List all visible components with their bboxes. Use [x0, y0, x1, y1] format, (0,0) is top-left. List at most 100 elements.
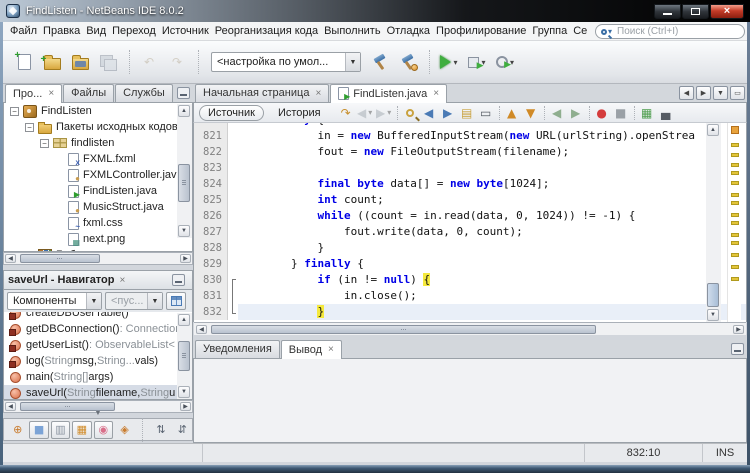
code-line[interactable]: 832 }	[194, 304, 746, 320]
scroll-up-icon[interactable]: ▲	[707, 124, 719, 136]
warnings-indicator-icon[interactable]	[731, 126, 739, 134]
config-combo[interactable]: <настройка по умол...▼	[211, 52, 361, 72]
menu-item[interactable]: Файл	[7, 23, 40, 39]
tree-item[interactable]: ●FXMLController.java	[4, 167, 192, 183]
redo-button[interactable]: ↷	[164, 48, 190, 76]
scroll-left-icon[interactable]: ◀	[5, 402, 16, 411]
source-view-button[interactable]: Источник	[199, 105, 264, 121]
show-constructors-button[interactable]: ◉	[94, 421, 113, 439]
editor-tab[interactable]: ▶FindListen.java×	[330, 84, 447, 103]
navigator-filters-button[interactable]	[166, 292, 186, 310]
scroll-up-icon[interactable]: ▲	[178, 314, 190, 326]
menu-item[interactable]: Переход	[109, 23, 159, 39]
menu-item[interactable]: Отладка	[384, 23, 433, 39]
menu-item[interactable]: Реорганизация кода	[212, 23, 321, 39]
line-number[interactable]: 822	[194, 144, 228, 160]
menu-item[interactable]: Профилирование	[433, 23, 529, 39]
find-next-button[interactable]: ▶	[439, 104, 457, 122]
close-icon[interactable]: ×	[433, 88, 439, 99]
new-project-button[interactable]: +	[39, 48, 65, 76]
maximize-panel-icon[interactable]: ▭	[730, 86, 745, 100]
code-line[interactable]: 825 int count;	[194, 192, 746, 208]
minimize-panel-button[interactable]	[177, 87, 190, 99]
fold-margin[interactable]	[228, 176, 238, 192]
scroll-right-icon[interactable]: ▶	[180, 402, 191, 411]
previous-occurrence-button[interactable]: ◀	[548, 104, 566, 122]
open-project-button[interactable]	[67, 48, 93, 76]
new-file-button[interactable]: +	[11, 48, 37, 76]
stop-macro-button[interactable]: ■	[612, 104, 630, 122]
output-content[interactable]	[193, 359, 747, 443]
close-icon[interactable]: ×	[48, 88, 54, 99]
editor-vertical-scrollbar[interactable]: ▲ ▼	[706, 123, 721, 322]
menu-item[interactable]: Выполнить	[321, 23, 383, 39]
navigator-member-list[interactable]: createDBUserTable()getDBConnection() : C…	[3, 312, 193, 400]
projects-tab[interactable]: Службы	[115, 84, 173, 102]
menu-item[interactable]: Вид	[83, 23, 109, 39]
collapse-icon[interactable]: −	[40, 139, 49, 148]
previous-bookmark-button[interactable]: ▲	[503, 104, 521, 122]
debug-project-button[interactable]: ▾	[464, 48, 490, 76]
fold-margin[interactable]	[228, 192, 238, 208]
fold-margin[interactable]	[228, 304, 238, 320]
fold-margin[interactable]	[228, 208, 238, 224]
show-fields-button[interactable]: ■	[29, 421, 48, 439]
code-line[interactable]: 824 final byte data[] = new byte[1024];	[194, 176, 746, 192]
titlebar[interactable]: FindListen - NetBeans IDE 8.0.2 ×	[0, 0, 750, 22]
scrollbar-thumb[interactable]	[178, 341, 190, 371]
warning-mark-icon[interactable]	[731, 171, 739, 175]
close-icon[interactable]: ×	[315, 88, 321, 99]
line-number[interactable]: 828	[194, 240, 228, 256]
warning-mark-icon[interactable]	[731, 193, 739, 197]
profile-project-button[interactable]: ▾	[492, 48, 518, 76]
editor-horizontal-scrollbar[interactable]: ◀ ▶	[194, 322, 746, 335]
clean-build-project-button[interactable]	[395, 48, 421, 76]
back-button[interactable]: ◀▾	[356, 104, 374, 122]
projects-tree[interactable]: −FindListen−Пакеты исходных кодов−findli…	[3, 103, 193, 252]
scroll-right-icon[interactable]: ▶	[180, 254, 191, 263]
scrollbar-thumb[interactable]	[20, 254, 100, 263]
menu-item[interactable]: Правка	[40, 23, 83, 39]
fold-margin[interactable]	[228, 160, 238, 176]
projects-horizontal-scrollbar[interactable]: ◀ ▶	[3, 252, 193, 265]
warning-mark-icon[interactable]	[731, 163, 739, 167]
projects-tab[interactable]: Файлы	[63, 84, 114, 102]
projects-vertical-scrollbar[interactable]: ▲ ▼	[177, 104, 192, 238]
tree-item[interactable]: ●MusicStruct.java	[4, 199, 192, 215]
show-non-public-members-button[interactable]: ▦	[72, 421, 91, 439]
code-line[interactable]: 828 }	[194, 240, 746, 256]
fold-margin[interactable]	[228, 240, 238, 256]
quick-search-box[interactable]: ▾	[595, 24, 745, 39]
warning-mark-icon[interactable]	[731, 253, 739, 257]
forward-button[interactable]: ▶▾	[375, 104, 393, 122]
search-input[interactable]	[615, 25, 739, 38]
member-item[interactable]: log(String msg, String... vals)	[4, 353, 192, 369]
code-line[interactable]: 823	[194, 160, 746, 176]
last-edit-button[interactable]: ↷	[337, 104, 355, 122]
close-icon[interactable]: ×	[328, 344, 334, 355]
code-line[interactable]: 826 while ((count = in.read(data, 0, 102…	[194, 208, 746, 224]
line-number[interactable]: 829	[194, 256, 228, 272]
toggle-highlight-button[interactable]: ▤	[458, 104, 476, 122]
next-occurrence-button[interactable]: ▶	[567, 104, 585, 122]
scroll-left-icon[interactable]: ◀	[5, 254, 16, 263]
line-number[interactable]: 830	[194, 272, 228, 288]
tree-item[interactable]: ▦next.png	[4, 231, 192, 247]
line-number[interactable]: 823	[194, 160, 228, 176]
fold-margin[interactable]	[228, 256, 238, 272]
warning-mark-icon[interactable]	[731, 143, 739, 147]
fold-margin[interactable]	[228, 128, 238, 144]
member-item[interactable]: main(String[] args)	[4, 369, 192, 385]
sort-by-source-button[interactable]: ⇵	[173, 421, 192, 439]
record-macro-button[interactable]: ●	[593, 104, 611, 122]
close-window-button[interactable]: ×	[710, 4, 744, 19]
scrollbar-thumb[interactable]	[178, 164, 190, 202]
splitter-grip-icon[interactable]: ▼	[93, 411, 103, 416]
code-line[interactable]: 830 if (in != null) {	[194, 272, 746, 288]
scrollbar-thumb[interactable]	[211, 325, 596, 334]
fold-margin[interactable]	[228, 288, 238, 304]
code-line[interactable]: 829 } finally {	[194, 256, 746, 272]
line-number[interactable]: 827	[194, 224, 228, 240]
line-number[interactable]: 825	[194, 192, 228, 208]
code-line[interactable]: 821 in = new BufferedInputStream(new URL…	[194, 128, 746, 144]
